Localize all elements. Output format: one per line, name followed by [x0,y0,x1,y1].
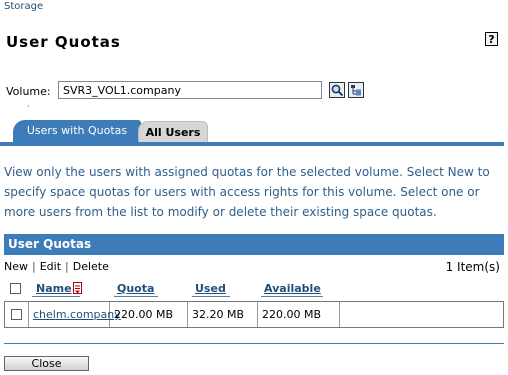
close-button[interactable]: Close [4,356,89,371]
volume-label: Volume: [6,85,51,98]
item-count: 1 Item(s) [445,260,500,274]
breadcrumb-storage[interactable]: Storage [4,1,43,12]
help-icon[interactable]: ? [485,32,498,46]
column-header-used[interactable]: Used [195,282,226,295]
select-all-checkbox[interactable] [10,283,21,294]
column-underline [32,296,80,297]
row-available: 220.00 MB [258,302,340,327]
footer-divider [4,343,504,344]
column-underline [261,296,323,297]
delete-button[interactable]: Delete [73,260,109,273]
page-title: User Quotas [6,33,121,51]
row-used: 32.20 MB [188,302,258,327]
separator-dot: · [27,102,30,111]
column-header-quota[interactable]: Quota [117,282,154,295]
table-row[interactable]: chelm.company 220.00 MB 32.20 MB 220.00 … [4,301,504,328]
column-header-row: Name Quota Used Available [4,280,504,300]
row-select-cell [5,302,29,327]
column-underline [192,296,230,297]
toolbar-separator: | [32,260,36,273]
volume-input[interactable] [58,81,322,99]
column-header-name[interactable]: Name [36,282,72,295]
toolbar-separator: | [65,260,69,273]
tab-users-with-quotas[interactable]: Users with Quotas [13,120,141,142]
row-checkbox[interactable] [11,309,22,320]
browse-tree-icon[interactable] [348,82,364,98]
edit-button[interactable]: Edit [40,260,61,273]
grid-toolbar: New | Edit | Delete 1 Item(s) [4,258,504,276]
column-header-available[interactable]: Available [264,282,321,295]
column-underline [114,296,158,297]
tab-all-users[interactable]: All Users [138,121,208,142]
row-name-link[interactable]: chelm.company [29,302,121,327]
tab-underline [0,142,504,146]
grid-title: User Quotas [4,234,504,255]
sort-descending-icon[interactable] [73,282,82,294]
description-text: View only the users with assigned quotas… [4,165,490,219]
new-button[interactable]: New [4,260,28,273]
search-icon[interactable] [329,82,345,98]
row-quota: 220.00 MB [110,302,188,327]
